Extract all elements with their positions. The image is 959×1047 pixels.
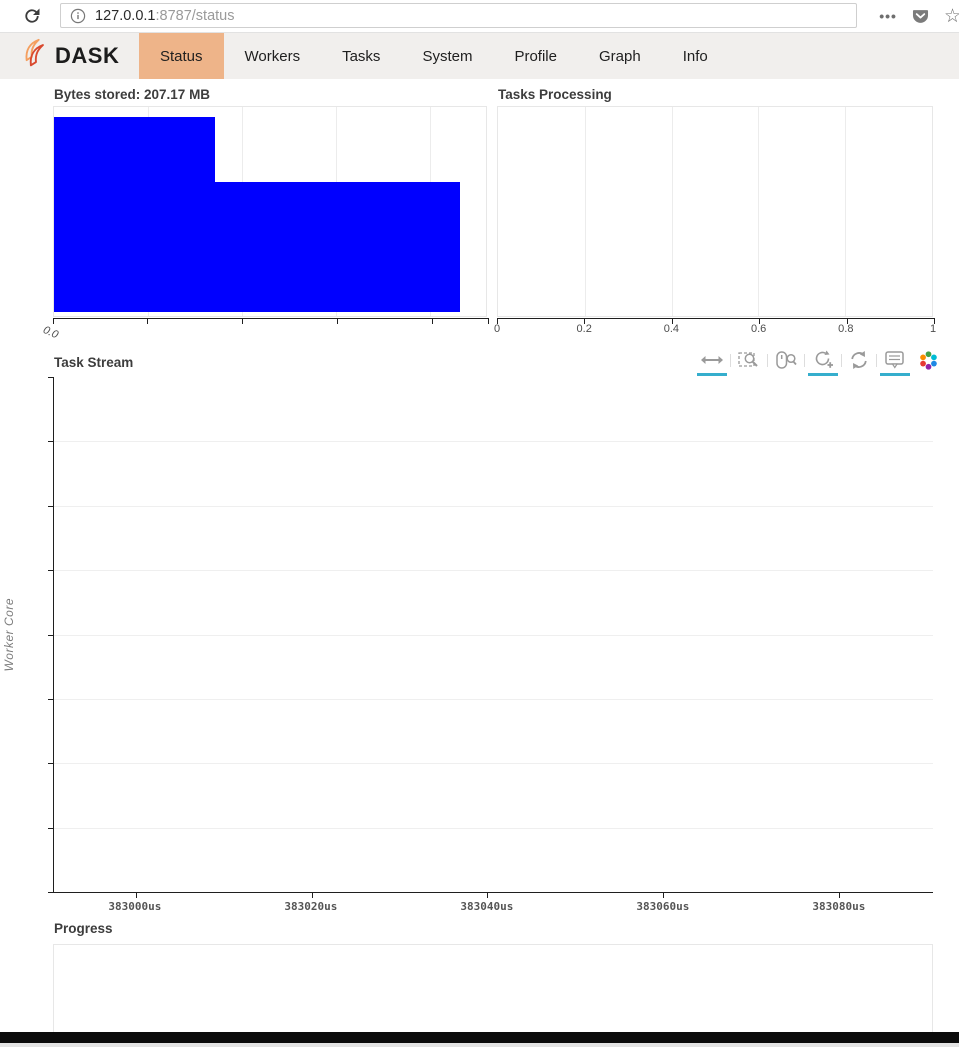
taskbar-edge — [0, 1032, 959, 1043]
reload-icon[interactable] — [22, 6, 42, 26]
axis-tick — [487, 892, 488, 898]
toolbar-separator — [876, 354, 877, 367]
x-tick-label: 0.2 — [577, 323, 592, 335]
gridline — [585, 107, 586, 316]
axis-tick — [48, 635, 54, 636]
axis-tick — [48, 441, 54, 442]
axis-tick — [48, 506, 54, 507]
gridline — [672, 107, 673, 316]
taskbar-strip — [0, 1043, 959, 1047]
task-stream-title: Task Stream — [54, 355, 133, 370]
gridline — [54, 635, 933, 636]
x-tick-label: 0 — [494, 323, 500, 335]
axis-tick — [48, 828, 54, 829]
x-tick-label: 1 — [930, 323, 936, 335]
url-bar[interactable]: 127.0.0.1:8787/status — [60, 3, 857, 28]
axis-tick — [53, 318, 54, 324]
page-actions-icon[interactable]: ••• — [879, 8, 897, 24]
reset-tool-icon[interactable] — [845, 348, 873, 372]
bytes-stored-bar — [54, 117, 215, 312]
axis-tick — [488, 318, 489, 324]
url-path: :8787/status — [155, 8, 234, 24]
progress-panel — [53, 944, 933, 1033]
bytes-stored-title: Bytes stored: 207.17 MB — [54, 87, 210, 102]
axis-tick — [48, 699, 54, 700]
axis-tick — [136, 892, 137, 898]
axis-tick — [48, 570, 54, 571]
dask-dashboard-screen: 127.0.0.1:8787/status ••• ☆ DASK St — [0, 0, 959, 1047]
progress-title: Progress — [54, 921, 113, 936]
bokeh-toolbar — [697, 345, 939, 375]
axis-tick — [48, 763, 54, 764]
browser-chrome: 127.0.0.1:8787/status ••• ☆ — [0, 0, 959, 33]
dask-brand: DASK — [0, 33, 121, 79]
nav-tabs: StatusWorkersTasksSystemProfileGraphInfo — [139, 33, 729, 79]
task-stream-y-axis-label: Worker Core — [0, 377, 18, 893]
tab-graph[interactable]: Graph — [578, 33, 662, 79]
x-tick-label: 383040us — [460, 900, 513, 913]
gridline — [54, 506, 933, 507]
dask-logo-icon — [17, 37, 51, 76]
tasks-processing-plot — [497, 106, 933, 317]
x-tick-label: 383020us — [284, 900, 337, 913]
tab-profile[interactable]: Profile — [493, 33, 578, 79]
tab-system[interactable]: System — [401, 33, 493, 79]
box-zoom-tool-icon[interactable] — [734, 348, 764, 372]
tab-status[interactable]: Status — [139, 33, 224, 79]
axis-tick — [337, 318, 338, 324]
axis-tick — [48, 892, 54, 893]
pocket-icon[interactable] — [911, 7, 930, 26]
task-stream-plot[interactable] — [53, 377, 933, 893]
url-host: 127.0.0.1 — [95, 8, 155, 24]
axis-tick — [242, 318, 243, 324]
pan-tool-icon[interactable] — [697, 348, 727, 372]
x-tick-label: 383060us — [636, 900, 689, 913]
axis-tick — [48, 377, 54, 378]
gridline — [54, 570, 933, 571]
bytes-stored-bar — [215, 182, 460, 312]
x-tick-label: 0.8 — [838, 323, 853, 335]
gridline — [54, 441, 933, 442]
wheel-zoom-tool-icon[interactable] — [808, 348, 838, 372]
brand-title: DASK — [55, 43, 119, 69]
bookmark-star-icon[interactable]: ☆ — [944, 5, 959, 28]
axis-tick — [663, 892, 664, 898]
gridline — [54, 763, 933, 764]
bytes-stored-x-tick-label: 0.0 — [41, 324, 60, 341]
axis-tick — [147, 318, 148, 324]
tab-workers[interactable]: Workers — [224, 33, 322, 79]
wheel-zoom-mouse-tool-icon[interactable] — [771, 348, 801, 372]
tab-tasks[interactable]: Tasks — [321, 33, 401, 79]
x-tick-label: 383000us — [108, 900, 161, 913]
tab-info[interactable]: Info — [662, 33, 729, 79]
bokeh-logo-icon[interactable] — [918, 350, 939, 371]
gridline — [845, 107, 846, 316]
gridline — [54, 828, 933, 829]
url-text: 127.0.0.1:8787/status — [95, 8, 234, 24]
toolbar-separator — [841, 354, 842, 367]
tasks-processing-title: Tasks Processing — [498, 87, 612, 102]
axis-tick — [432, 318, 433, 324]
axis-tick — [312, 892, 313, 898]
x-tick-label: 0.6 — [751, 323, 766, 335]
dask-navbar: DASK StatusWorkersTasksSystemProfileGrap… — [0, 33, 959, 79]
tasks-processing-x-axis — [497, 318, 934, 319]
x-tick-label: 383080us — [812, 900, 865, 913]
gridline — [54, 699, 933, 700]
toolbar-separator — [767, 354, 768, 367]
x-tick-label: 0.4 — [664, 323, 679, 335]
gridline — [758, 107, 759, 316]
hover-tool-icon[interactable] — [880, 348, 910, 372]
bytes-stored-x-axis — [53, 318, 488, 319]
site-info-icon[interactable] — [70, 8, 86, 24]
toolbar-separator — [730, 354, 731, 367]
axis-tick — [839, 892, 840, 898]
bytes-stored-plot — [53, 106, 487, 317]
toolbar-separator — [804, 354, 805, 367]
